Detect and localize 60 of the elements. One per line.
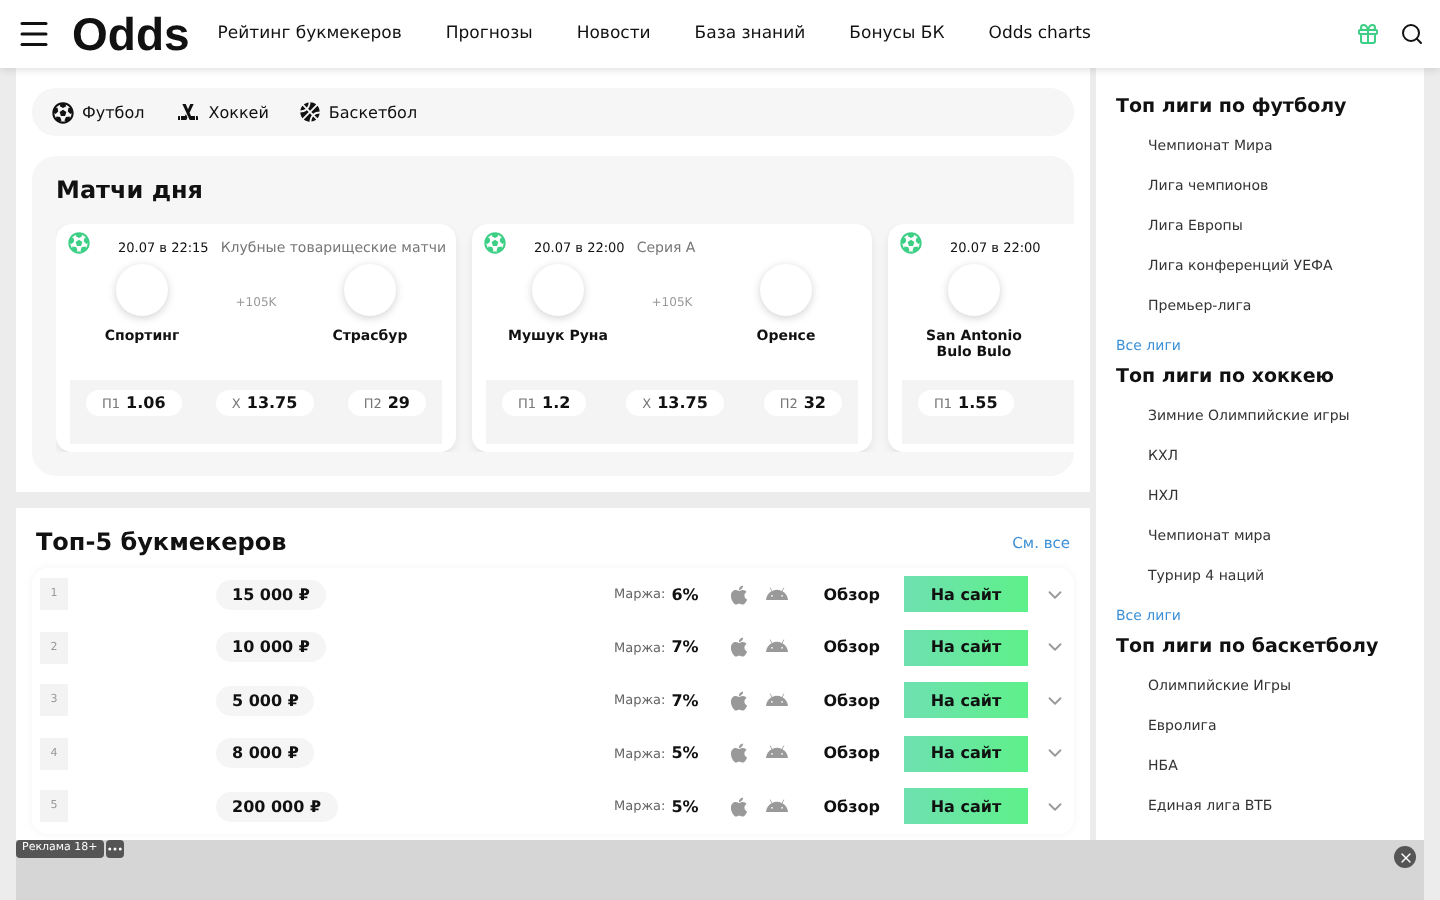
apple-icon[interactable] (727, 795, 750, 818)
margin-value: 5% (671, 744, 701, 763)
site-logo[interactable]: Odds (72, 7, 190, 61)
apple-icon[interactable] (727, 583, 750, 606)
close-button[interactable] (1394, 846, 1416, 868)
section-title: Матчи дня (56, 176, 206, 204)
margin-value: 7% (671, 691, 701, 710)
team-logo-placeholder (759, 264, 812, 316)
section-title: Топ-5 букмекеров (36, 528, 287, 556)
hockey-stick-icon (176, 100, 201, 124)
team-logo-placeholder (116, 264, 168, 316)
team-logo-placeholder (343, 264, 396, 316)
bonus-amount: 8 000 ₽ (216, 738, 315, 769)
nav-link[interactable]: Бонусы БК (849, 24, 945, 44)
margin-value: 5% (671, 797, 701, 816)
football-icon (52, 101, 74, 123)
bonus-amount: 10 000 ₽ (216, 632, 326, 663)
nav-link[interactable]: База знаний (694, 24, 806, 44)
review-link[interactable]: Обзор (823, 691, 880, 710)
bonus-amount: 15 000 ₽ (216, 579, 326, 610)
review-link[interactable]: Обзор (823, 744, 880, 763)
margin-value: 7% (671, 638, 701, 657)
sport-tab[interactable]: Баскетбол (300, 102, 418, 122)
basketball-icon (300, 102, 321, 122)
football-icon (484, 232, 506, 254)
margin-value: 6% (671, 585, 701, 604)
bonus-amount: 200 000 ₽ (216, 791, 338, 822)
sidebar-title: Топ лиги по баскетболу (1116, 636, 1381, 658)
sidebar-title: Топ лиги по футболу (1116, 96, 1349, 118)
android-icon[interactable] (765, 795, 788, 818)
sport-tab[interactable]: Футбол (52, 101, 145, 123)
apple-icon[interactable] (727, 636, 750, 659)
search-icon[interactable] (1400, 22, 1424, 46)
more-icon[interactable] (105, 840, 124, 858)
sidebar-title: Топ лиги по хоккею (1116, 366, 1337, 388)
team-logo-placeholder (948, 264, 1000, 316)
nav-link[interactable]: Odds charts (988, 24, 1091, 44)
android-icon[interactable] (765, 689, 788, 712)
menu-icon[interactable] (16, 16, 52, 52)
sport-tab[interactable]: Хоккей (176, 100, 269, 124)
apple-icon[interactable] (727, 689, 750, 712)
review-link[interactable]: Обзор (823, 797, 880, 816)
visit-site-button[interactable]: На сайт (904, 788, 1028, 825)
football-icon (900, 232, 922, 254)
gift-icon[interactable] (1356, 22, 1380, 46)
close-icon (1397, 849, 1413, 865)
nav-link[interactable]: Новости (576, 24, 651, 44)
nav-link[interactable]: Рейтинг букмекеров (217, 24, 402, 44)
visit-site-button[interactable]: На сайт (904, 576, 1028, 613)
visit-site-button[interactable]: На сайт (904, 735, 1028, 772)
nav-link[interactable]: Прогнозы (445, 24, 533, 44)
bonus-amount: 5 000 ₽ (216, 685, 315, 716)
review-link[interactable]: Обзор (823, 638, 880, 657)
football-icon (68, 232, 90, 254)
android-icon[interactable] (765, 583, 788, 606)
review-link[interactable]: Обзор (823, 585, 880, 604)
apple-icon[interactable] (727, 742, 750, 765)
team-logo-placeholder (532, 264, 584, 316)
visit-site-button[interactable]: На сайт (904, 629, 1028, 666)
visit-site-button[interactable]: На сайт (904, 682, 1028, 719)
